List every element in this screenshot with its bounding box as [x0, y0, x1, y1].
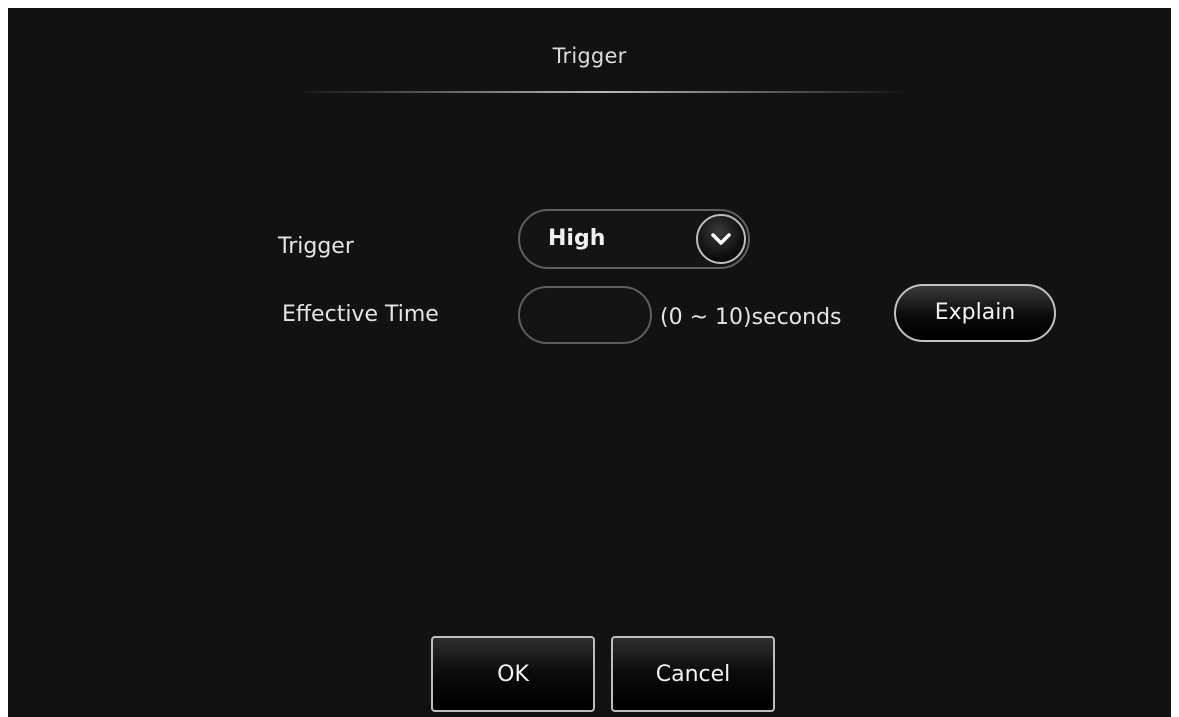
explain-button[interactable]: Explain — [894, 284, 1056, 342]
trigger-select[interactable]: High — [518, 209, 750, 269]
effective-time-input[interactable] — [518, 286, 652, 344]
effective-time-label: Effective Time — [282, 302, 439, 327]
dialog-title: Trigger — [552, 44, 627, 68]
trigger-label: Trigger — [278, 234, 354, 259]
ok-button[interactable]: OK — [431, 636, 595, 712]
effective-time-range: (0 ~ 10)seconds — [660, 305, 842, 330]
chevron-down-icon[interactable] — [696, 214, 746, 264]
cancel-button[interactable]: Cancel — [611, 636, 775, 712]
chevron-down-glyph — [711, 233, 731, 245]
trigger-dialog: Trigger Trigger High Effective Time (0 ~… — [8, 8, 1171, 717]
trigger-select-value: High — [548, 226, 606, 251]
title-divider — [300, 91, 906, 93]
